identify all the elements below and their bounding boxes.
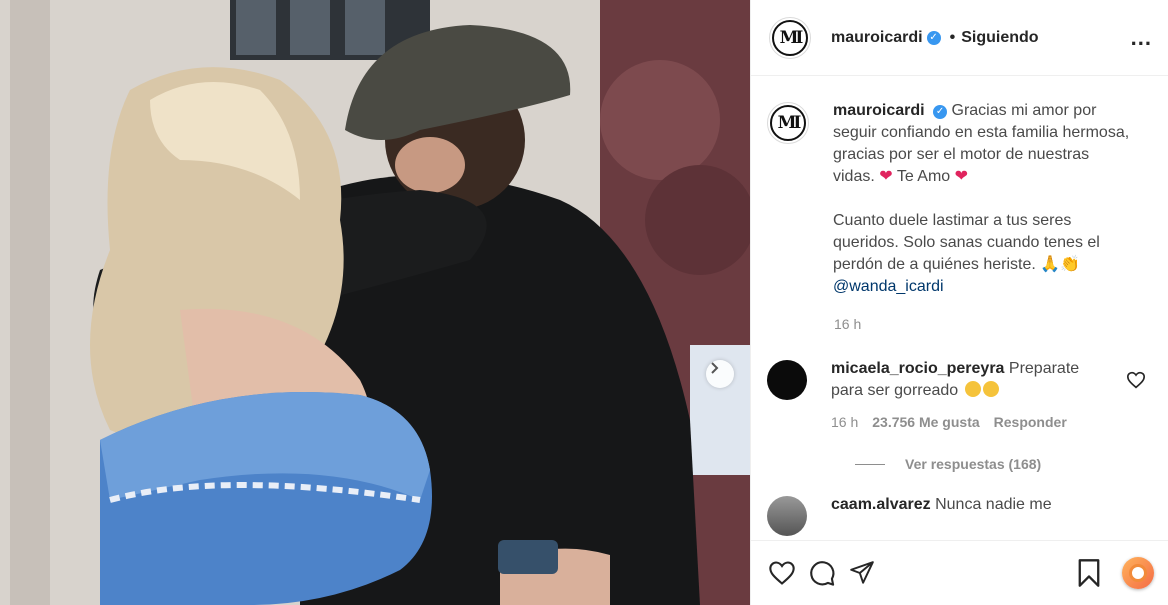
download-extension-button[interactable]: [1122, 557, 1154, 589]
comment-text-block: caam.alvarez Nunca nadie me: [831, 496, 1052, 536]
laughing-emoji-icon: [982, 381, 999, 397]
red-heart-emoji-icon: ❤: [879, 168, 893, 185]
comment-meta: 16 h 23.756 Me gusta Responder: [831, 414, 1152, 430]
mention-link[interactable]: @wanda_icardi: [833, 278, 944, 295]
caption-te-amo: Te Amo: [896, 168, 951, 185]
verified-badge-icon: ✓: [933, 105, 948, 119]
like-comment-button[interactable]: [1126, 371, 1146, 394]
bookmark-icon: [1078, 559, 1100, 587]
caption-text-block: mauroicardi ✓ Gracias mi amor por seguir…: [833, 100, 1133, 298]
download-icon: [1129, 564, 1147, 582]
heart-icon: [1126, 371, 1146, 389]
monogram-logo: MI: [772, 19, 808, 56]
comment-likes-count[interactable]: 23.756 Me gusta: [872, 414, 979, 430]
commenter-avatar[interactable]: [767, 360, 807, 400]
next-photo-button[interactable]: [706, 360, 734, 388]
save-button[interactable]: [1072, 556, 1106, 590]
caption-timestamp: 16 h: [834, 316, 862, 332]
more-options-button[interactable]: ...: [1131, 26, 1152, 48]
reply-button[interactable]: Responder: [994, 414, 1067, 430]
verified-badge-icon: ✓: [926, 30, 941, 45]
post-header: MI mauroicardi ✓ • Siguiendo ...: [751, 0, 1168, 76]
red-heart-emoji-icon: ❤: [954, 168, 969, 185]
caption-username[interactable]: mauroicardi: [833, 102, 925, 119]
following-button[interactable]: Siguiendo: [961, 29, 1038, 47]
commenter-username[interactable]: micaela_rocio_pereyra: [831, 360, 1004, 377]
clap-emoji-icon: 👏: [1060, 256, 1081, 273]
post-photo[interactable]: [0, 0, 750, 605]
monogram-logo: MI: [770, 105, 806, 141]
comment-item: caam.alvarez Nunca nadie me: [767, 496, 1152, 536]
view-replies-button[interactable]: Ver respuestas (168): [855, 456, 1152, 472]
comment-text-block: micaela_rocio_pereyra Preparate para ser…: [831, 358, 1101, 402]
comment-item: micaela_rocio_pereyra Preparate para ser…: [767, 358, 1152, 402]
post-actions-bar: [751, 540, 1168, 605]
commenter-username[interactable]: caam.alvarez: [831, 496, 931, 513]
like-button[interactable]: [765, 556, 799, 590]
separator-dot: •: [949, 28, 956, 46]
share-icon: [850, 561, 874, 584]
replies-divider-line: [855, 463, 885, 465]
post-caption: MI mauroicardi ✓ Gracias mi amor por seg…: [767, 100, 1152, 298]
commenter-avatar[interactable]: [767, 496, 807, 536]
laughing-emoji-icon: [964, 381, 981, 397]
photo-illustration: [0, 0, 750, 605]
pray-emoji-icon: 🙏: [1040, 256, 1061, 273]
comments-list[interactable]: MI mauroicardi ✓ Gracias mi amor por seg…: [751, 76, 1168, 540]
author-username[interactable]: mauroicardi: [831, 29, 923, 47]
post-side-panel: MI mauroicardi ✓ • Siguiendo ... MI maur…: [750, 0, 1168, 605]
comment-timestamp: 16 h: [831, 414, 859, 430]
chevron-right-icon: [711, 362, 719, 374]
share-button[interactable]: [845, 556, 879, 590]
author-avatar[interactable]: MI: [769, 16, 811, 59]
comment-text: Nunca nadie me: [935, 496, 1052, 513]
caption-author-avatar[interactable]: MI: [767, 102, 809, 144]
instagram-post: MI mauroicardi ✓ • Siguiendo ... MI maur…: [0, 0, 1168, 605]
heart-icon: [769, 561, 795, 585]
view-replies-label: Ver respuestas (168): [905, 456, 1042, 472]
comment-icon: [810, 561, 835, 586]
comment-button[interactable]: [805, 556, 839, 590]
